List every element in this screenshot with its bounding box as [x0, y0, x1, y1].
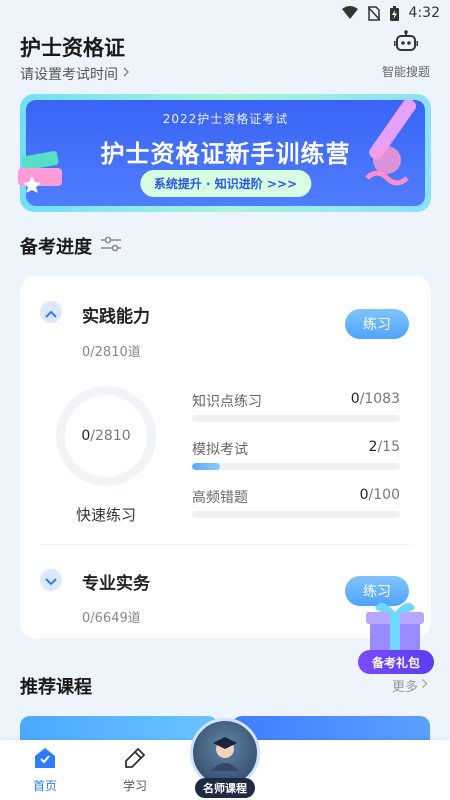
bottom-tab-bar: 首页 学习 名师课程: [0, 718, 450, 800]
tab-label: 首页: [32, 779, 57, 793]
stat-label: 高频错题: [192, 490, 248, 506]
stat-label: 知识点练习: [192, 394, 262, 410]
chevron-up-icon: [45, 303, 57, 322]
pencil-icon: [123, 746, 147, 773]
ai-search-button[interactable]: 智能搜题: [378, 30, 434, 80]
category-name: 专业实务: [82, 574, 150, 594]
chevron-right-icon: [122, 66, 130, 82]
more-courses-link[interactable]: 更多: [392, 676, 428, 695]
header: 护士资格证 请设置考试时间 智能搜题: [20, 28, 434, 84]
courses-section-title: 推荐课程: [20, 677, 92, 698]
divider: [40, 544, 411, 545]
tab-label: 名师课程: [195, 778, 255, 798]
page-title: 护士资格证: [20, 36, 125, 60]
stat-value: 0/1083: [350, 391, 400, 407]
stat-knowledge-points[interactable]: 知识点练习 0/1083: [192, 391, 400, 422]
promo-banner[interactable]: 2022护士资格证考试 护士资格证新手训练营 系统提升 · 知识进阶 >>>: [18, 94, 431, 212]
ring-done: 0: [81, 428, 91, 444]
home-icon: [33, 746, 57, 773]
gift-box-icon: [362, 602, 428, 654]
wifi-icon: [341, 6, 358, 20]
category-count: 0/6649道: [82, 611, 141, 626]
progress-bar: [192, 463, 400, 470]
ring-total: /2810: [90, 428, 131, 444]
progress-section-title: 备考进度: [20, 233, 122, 259]
stat-value: 2/15: [368, 439, 400, 455]
progress-card: 实践能力 0/2810道 练习 0/2810 快速练习 知识点练习 0/1083…: [20, 276, 431, 638]
stat-label: 模拟考试: [192, 442, 248, 458]
category-count: 0/2810道: [82, 345, 141, 360]
banner-pill: 系统提升 · 知识进阶 >>>: [139, 170, 312, 197]
progress-ring[interactable]: 0/2810: [56, 386, 156, 486]
no-sim-icon: [367, 5, 380, 21]
progress-bar: [192, 415, 400, 422]
collapse-toggle[interactable]: [40, 301, 62, 323]
banner-body: 2022护士资格证考试 护士资格证新手训练营 系统提升 · 知识进阶 >>>: [26, 100, 425, 206]
gift-pack-label: 备考礼包: [358, 650, 434, 674]
stat-frequent-mistakes[interactable]: 高频错题 0/100: [192, 487, 400, 518]
status-bar: 4:32: [0, 0, 450, 26]
exam-time-setter[interactable]: 请设置考试时间: [20, 64, 130, 84]
status-time: 4:32: [408, 5, 440, 21]
pen-deco-icon: [365, 100, 417, 186]
robot-icon: [393, 30, 419, 63]
exam-time-label: 请设置考试时间: [20, 67, 118, 83]
stat-value: 0/100: [359, 487, 400, 503]
tab-home[interactable]: 首页: [15, 746, 75, 794]
ai-search-label: 智能搜题: [381, 65, 430, 79]
filter-settings-icon[interactable]: [100, 236, 122, 257]
category-name: 实践能力: [82, 307, 150, 327]
chevron-right-icon: [421, 678, 428, 693]
progress-bar-fill: [192, 463, 220, 470]
quick-practice-label[interactable]: 快速练习: [56, 504, 156, 525]
chevron-down-icon: [45, 571, 57, 590]
gift-pack-button[interactable]: 备考礼包: [356, 598, 440, 680]
progress-bar: [192, 511, 400, 518]
stat-mock-exam[interactable]: 模拟考试 2/15: [192, 439, 400, 470]
tab-study[interactable]: 学习: [105, 746, 165, 794]
expand-toggle[interactable]: [40, 569, 62, 591]
tab-label: 学习: [122, 779, 147, 793]
tab-famous-teacher-courses[interactable]: 名师课程: [180, 718, 270, 798]
books-deco-icon: [18, 151, 62, 193]
battery-icon: [389, 5, 399, 21]
practice-button[interactable]: 练习: [345, 309, 409, 339]
